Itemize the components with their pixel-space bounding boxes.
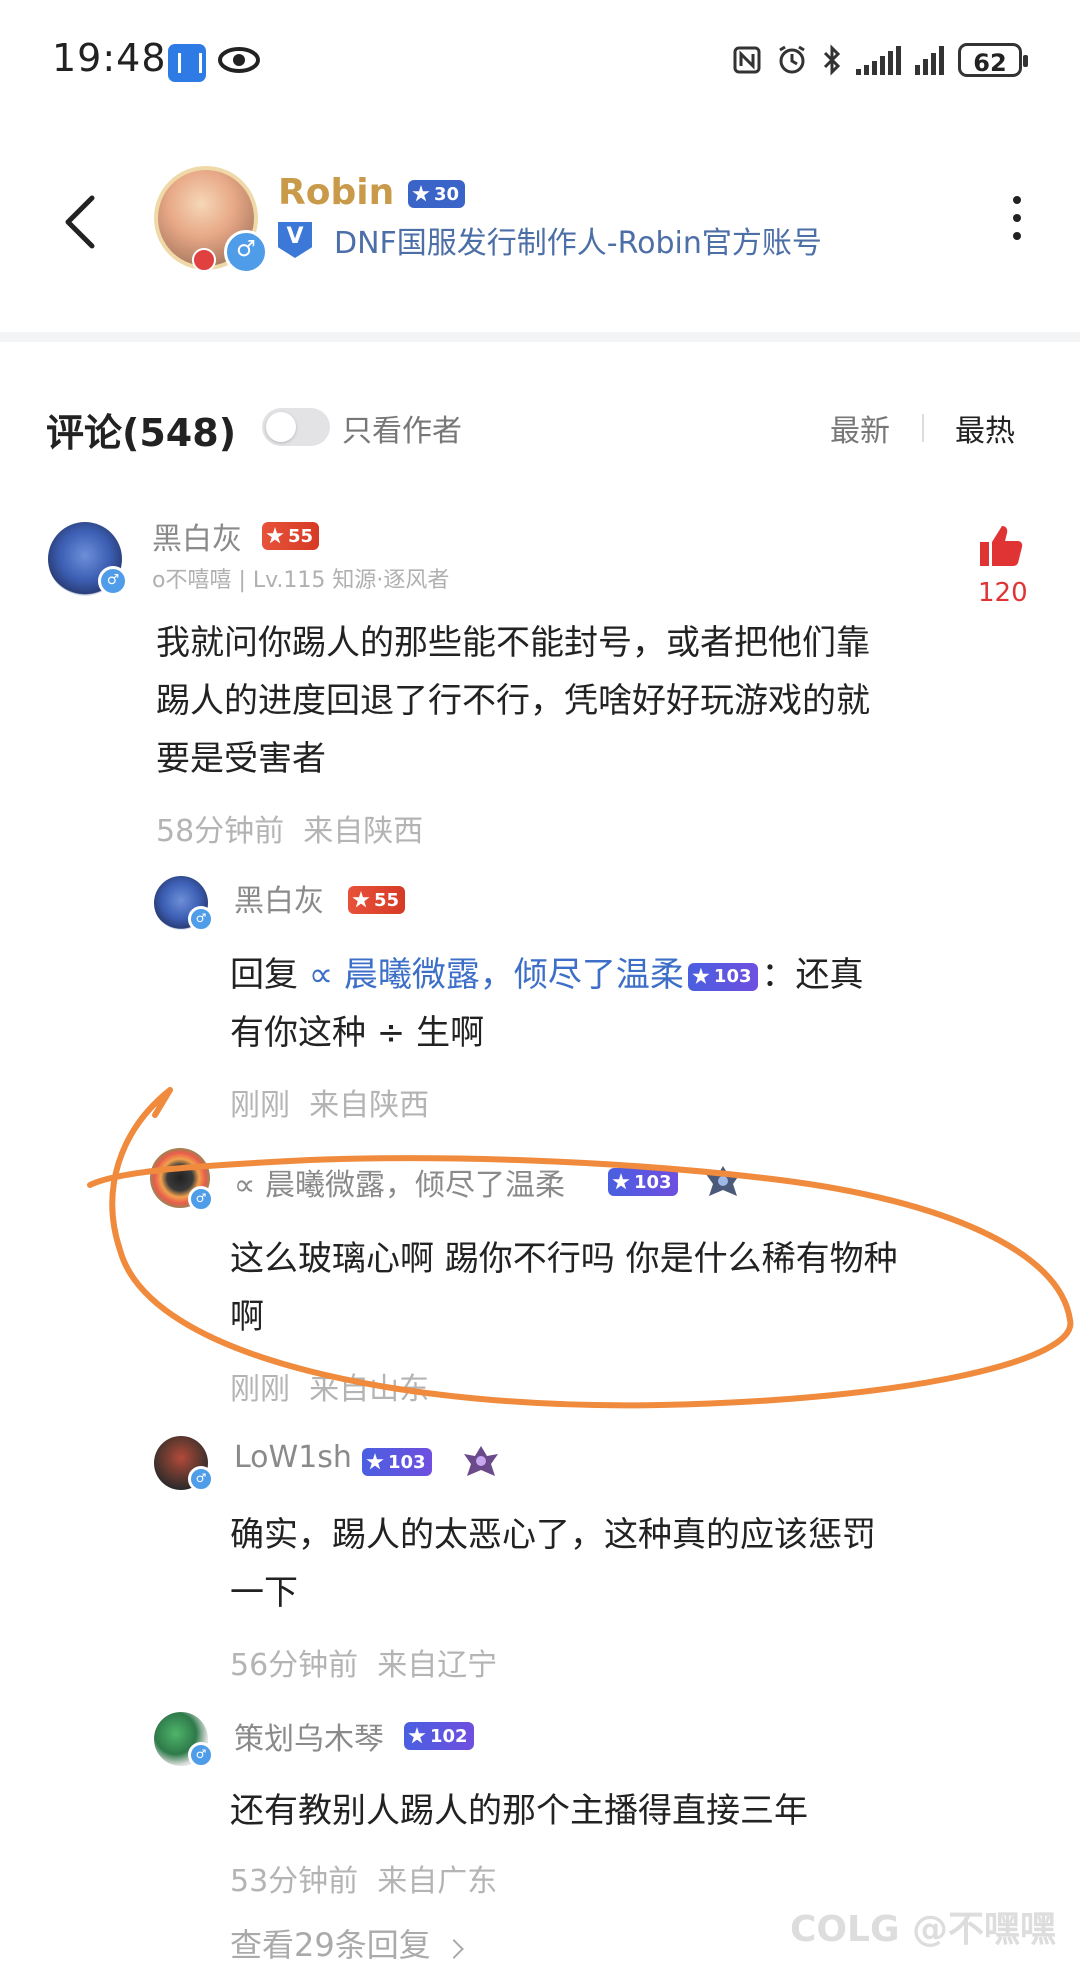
rank-emblem-icon [464,1446,498,1476]
male-gender-icon: ♂ [188,906,214,932]
commenter-meta: o不嘻嘻 | Lv.115 知源·逐风者 [152,568,450,593]
sort-newest-tab[interactable]: 最新 [830,406,890,450]
male-gender-icon: ♂ [98,566,128,596]
watermark: COLG @不嘿嘿 [790,1909,1057,1950]
section-divider [0,332,1080,342]
reply-time: 56分钟前 来自辽宁 [230,1648,498,1683]
back-arrow-icon[interactable] [60,192,100,252]
level-badge: 103 [362,1448,432,1476]
author-name[interactable]: Robin [278,172,394,213]
level-badge: 103 [687,962,758,991]
author-level-badge: 30 [408,180,466,208]
diamond-icon [692,967,710,984]
diamond-icon [366,1453,384,1470]
level-badge: 55 [348,886,406,914]
reply-text-line: 确实，踢人的太恶心了，这种真的应该惩罚 [230,1515,876,1555]
star-icon [352,891,370,908]
reply-username[interactable]: 策划乌木琴 [234,1714,384,1758]
male-gender-icon: ♂ [224,230,268,274]
level-badge: 55 [262,522,320,550]
author-only-toggle[interactable] [262,408,330,446]
status-icons: 62 [732,40,1028,80]
chevron-right-icon [443,1939,464,1959]
signal-icon-2 [915,45,944,75]
signal-icon-1 [856,45,901,75]
author-description: DNF国服发行制作人-Robin官方账号 [334,226,822,261]
reply-text-line: 有你这种 ÷ 生啊 [230,1013,485,1053]
nfc-icon [733,46,761,74]
battery-indicator: 62 [958,43,1028,77]
alarm-icon [779,45,805,74]
author-only-label[interactable]: 只看作者 [342,406,462,450]
view-more-replies-link[interactable]: 查看29条回复 [230,1920,464,1966]
star-icon [412,185,430,202]
male-gender-icon: ♂ [188,1742,214,1768]
male-gender-icon: ♂ [188,1466,214,1492]
comment-text-line: 要是受害者 [156,739,326,779]
commenter-name[interactable]: 黑白灰 [152,514,242,558]
comment-text-line: 我就问你踢人的那些能不能封号，或者把他们靠 [156,623,870,663]
star-icon [266,527,284,544]
comment-time: 58分钟前 来自陕西 [156,814,424,849]
reply-username[interactable]: 黑白灰 [234,876,324,920]
reply-text-line: 一下 [230,1573,298,1613]
app-notification-icon [168,44,206,82]
official-v-badge: V [278,222,312,258]
thumbs-up-icon[interactable] [978,524,1024,568]
author-avatar[interactable]: ♂ [154,166,268,274]
level-badge: 102 [404,1722,474,1750]
diamond-icon [408,1727,426,1744]
reply-text-line: 还有教别人踢人的那个主播得直接三年 [230,1791,808,1831]
like-count: 120 [978,578,1028,608]
status-time: 19:48 [52,36,167,80]
comment-text-line: 踢人的进度回退了行不行，凭啥好好玩游戏的就 [156,681,870,721]
sort-hot-tab[interactable]: 最热 [955,406,1015,450]
reply-target-link[interactable]: ∝ 晨曦微露，倾尽了温柔 [309,955,684,995]
reply-time: 53分钟前 来自广东 [230,1864,498,1899]
eye-icon [218,47,260,73]
comments-title: 评论(548) [46,411,237,455]
bluetooth-icon [823,44,841,76]
reply-username[interactable]: LoW1sh [234,1440,352,1475]
reply-text-line: 回复 ∝ 晨曦微露，倾尽了温柔 103 ：还真 [230,955,864,995]
more-options-icon[interactable] [1012,196,1022,240]
sort-separator [922,414,924,442]
annotation-ellipse [87,1087,1074,1409]
verified-dot-icon [192,248,216,272]
